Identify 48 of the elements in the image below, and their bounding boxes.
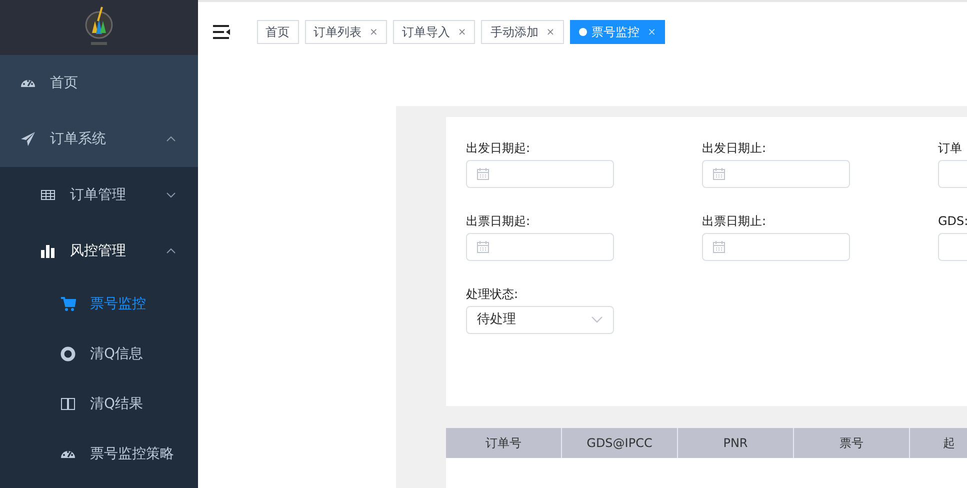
sidebar-item[interactable]: 清Q信息 bbox=[0, 329, 198, 379]
date-field[interactable] bbox=[466, 233, 614, 261]
chevron-down-icon bbox=[166, 190, 176, 200]
column-header: 票号 bbox=[794, 428, 910, 458]
field-label: 出发日期止: bbox=[702, 140, 768, 157]
tab[interactable]: 订单列表 × bbox=[304, 20, 387, 44]
field-label: 订单 bbox=[938, 140, 963, 157]
tab[interactable]: 订单导入 × bbox=[392, 20, 476, 44]
close-icon[interactable]: × bbox=[370, 24, 378, 40]
field-label: 出票日期止: bbox=[702, 213, 768, 230]
field-label: 处理状态: bbox=[466, 286, 520, 303]
field-label: 出票日期起: bbox=[466, 213, 532, 230]
chevron-down-icon bbox=[591, 316, 603, 324]
close-icon[interactable]: × bbox=[546, 24, 555, 40]
close-icon[interactable]: × bbox=[458, 24, 466, 40]
date-field[interactable] bbox=[466, 160, 614, 188]
tab[interactable]: 手动添加 × bbox=[481, 20, 564, 44]
paper-plane-icon bbox=[20, 131, 36, 147]
field-label: 出发日期起: bbox=[466, 140, 532, 157]
select-field[interactable]: 待处理 bbox=[466, 306, 614, 334]
menu-icon[interactable] bbox=[213, 25, 231, 39]
column-header: 起 bbox=[910, 428, 967, 458]
date-field[interactable] bbox=[702, 160, 850, 188]
sidebar-item[interactable]: 订单管理 bbox=[0, 167, 198, 223]
tab[interactable]: 首页 bbox=[256, 20, 298, 44]
sidebar-item[interactable]: 首页 bbox=[0, 55, 198, 111]
calendar-icon bbox=[476, 167, 490, 181]
dot-icon bbox=[578, 28, 587, 36]
table-icon bbox=[40, 187, 56, 203]
calendar-icon bbox=[476, 240, 490, 254]
chevron-up-icon bbox=[166, 134, 176, 144]
sidebar-item[interactable]: 订单系统 bbox=[0, 111, 198, 167]
calendar-icon bbox=[712, 240, 726, 254]
chevron-up-icon bbox=[166, 246, 176, 256]
field-label: GDS: bbox=[938, 213, 967, 230]
column-header: 订单号 bbox=[446, 428, 562, 458]
sidebar-item[interactable]: 票号监控策略 bbox=[0, 429, 198, 479]
calendar-icon bbox=[712, 167, 726, 181]
column-header: PNR bbox=[678, 428, 794, 458]
sidebar-item[interactable]: 清Q结果 bbox=[0, 379, 198, 429]
book-icon bbox=[60, 396, 76, 412]
ring-icon bbox=[60, 346, 76, 362]
sidebar-item[interactable]: 票号监控 bbox=[0, 279, 198, 329]
date-field[interactable] bbox=[702, 233, 850, 261]
cart-icon bbox=[60, 296, 76, 312]
sidebar-item[interactable]: 风控管理 bbox=[0, 223, 198, 279]
bar-chart-icon bbox=[40, 243, 56, 259]
column-header: GDS@IPCC bbox=[562, 428, 678, 458]
